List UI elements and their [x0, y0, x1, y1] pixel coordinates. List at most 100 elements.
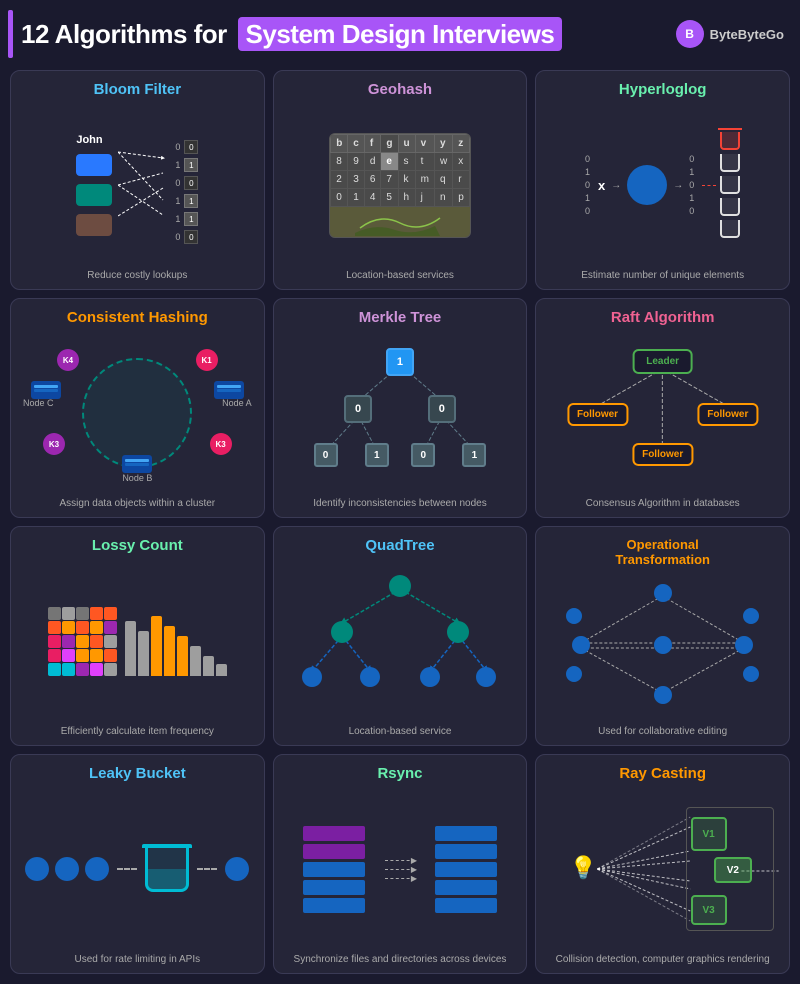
- lb-bucket: [145, 844, 189, 894]
- card-lossy-count: Lossy Count: [10, 526, 265, 746]
- bloom-box-teal: [76, 184, 112, 206]
- rsync-dest: [435, 826, 497, 913]
- ch-desc: Assign data objects within a cluster: [60, 494, 216, 509]
- ch-label-nodea: Node A: [222, 398, 252, 408]
- quad-l1-0: [331, 621, 353, 643]
- rsync-source: [303, 826, 365, 913]
- ot-node-left: [572, 636, 590, 654]
- lb-circle-1: [25, 857, 49, 881]
- algorithm-grid: Bloom Filter John: [0, 64, 800, 984]
- merkle-l2-3: 1: [462, 443, 486, 467]
- header: 12 Algorithms for System Design Intervie…: [0, 0, 800, 64]
- bloom-desc: Reduce costly lookups: [87, 266, 187, 281]
- merkle-l1-0: 0: [344, 395, 372, 423]
- card-title-ch: Consistent Hashing: [67, 309, 208, 326]
- card-title-lb: Leaky Bucket: [89, 765, 186, 782]
- card-ray-casting: Ray Casting: [535, 754, 790, 974]
- bloom-box-blue: [76, 154, 112, 176]
- card-ot: OperationalTransformation: [535, 526, 790, 746]
- card-geohash: Geohash b c f g u v y z 8: [273, 70, 528, 290]
- merkle-content: 1 0 0 0 1 0 1: [284, 332, 517, 494]
- ch-content: K1 K3 K4 K3 Node A Node B Node C: [21, 332, 254, 494]
- geohash-map-svg: [350, 208, 450, 236]
- quad-root: [389, 575, 411, 597]
- ch-node-a: [214, 381, 244, 399]
- card-title-quad: QuadTree: [365, 537, 434, 554]
- card-title-rsync: Rsync: [377, 765, 422, 782]
- ot-node-br: [743, 666, 759, 682]
- lossy-content: [21, 560, 254, 722]
- card-bloom-filter: Bloom Filter John: [10, 70, 265, 290]
- raft-follower-3: Follower: [632, 443, 693, 466]
- card-consistent-hashing: Consistent Hashing: [10, 298, 265, 518]
- card-title-raft: Raft Algorithm: [611, 309, 715, 326]
- quad-l2-0: [302, 667, 322, 687]
- ch-node-c: [31, 381, 61, 399]
- card-title-geohash: Geohash: [368, 81, 432, 98]
- card-title-ray: Ray Casting: [619, 765, 706, 782]
- ray-content: 💡 V1 V2 V3: [546, 788, 779, 950]
- accent-bar: [8, 10, 13, 58]
- quad-l2-1: [360, 667, 380, 687]
- title-highlight: System Design Interviews: [238, 17, 563, 51]
- brand-logo: B: [676, 20, 704, 48]
- hll-content: 0 1 0 1 0 x → → 0 1 0 1: [546, 104, 779, 266]
- merkle-l2-2: 0: [411, 443, 435, 467]
- raft-leader: Leader: [632, 349, 693, 374]
- ray-outer-box: [686, 807, 774, 931]
- geohash-content: b c f g u v y z 8 9 d e s: [284, 104, 517, 266]
- card-leaky-bucket: Leaky Bucket: [10, 754, 265, 974]
- card-hyperloglog: Hyperloglog 0 1 0 1 0 x → →: [535, 70, 790, 290]
- lb-input-circles: [25, 857, 109, 881]
- merkle-l1-1: 0: [428, 395, 456, 423]
- ot-node-bl: [566, 666, 582, 682]
- quad-l2-2: [420, 667, 440, 687]
- card-rsync: Rsync ▶ ▶: [273, 754, 528, 974]
- bloom-box-brown: [76, 214, 112, 236]
- lossy-grid: [48, 607, 117, 676]
- lb-output-circle: [225, 857, 249, 881]
- brand-name: ByteByteGo: [710, 27, 784, 42]
- ch-node-b: [122, 455, 152, 473]
- bloom-content: John: [21, 104, 254, 266]
- hll-desc: Estimate number of unique elements: [581, 266, 744, 281]
- ch-label-nodec: Node C: [23, 398, 54, 408]
- geohash-desc: Location-based services: [346, 266, 454, 281]
- ray-bulb: 💡: [570, 855, 597, 881]
- lossy-barchart: [125, 608, 227, 676]
- bloom-label: John: [76, 134, 102, 146]
- raft-desc: Consensus Algorithm in databases: [586, 494, 740, 509]
- ot-node-bottom: [654, 686, 672, 704]
- lb-dash-out: [197, 868, 217, 870]
- header-left: 12 Algorithms for System Design Intervie…: [0, 10, 566, 58]
- ot-node-tr: [743, 608, 759, 624]
- card-raft: Raft Algorithm Leader Follower Follower: [535, 298, 790, 518]
- card-title-ot: OperationalTransformation: [615, 537, 710, 567]
- page-title: 12 Algorithms for System Design Intervie…: [21, 19, 566, 50]
- brand: B ByteByteGo: [676, 20, 784, 48]
- lb-circle-3: [85, 857, 109, 881]
- quad-l2-3: [476, 667, 496, 687]
- card-quadtree: QuadTree: [273, 526, 528, 746]
- ch-label-nodeb: Node B: [122, 473, 152, 483]
- lossy-desc: Efficiently calculate item frequency: [61, 722, 214, 737]
- ch-key-k3: K3: [210, 433, 232, 455]
- card-title-bloom: Bloom Filter: [94, 81, 182, 98]
- merkle-l2-0: 0: [314, 443, 338, 467]
- quad-l1-1: [447, 621, 469, 643]
- raft-follower-2: Follower: [697, 403, 758, 426]
- ot-desc: Used for collaborative editing: [598, 722, 727, 737]
- rsync-content: ▶ ▶ ▶: [284, 788, 517, 950]
- merkle-desc: Identify inconsistencies between nodes: [313, 494, 486, 509]
- quad-desc: Location-based service: [349, 722, 452, 737]
- merkle-l2-1: 1: [365, 443, 389, 467]
- ot-content: [546, 573, 779, 722]
- card-merkle-tree: Merkle Tree 1 0 0: [273, 298, 528, 518]
- ot-node-center: [654, 636, 672, 654]
- ch-key-k1: K1: [196, 349, 218, 371]
- lb-content: [21, 788, 254, 950]
- raft-follower-1: Follower: [567, 403, 628, 426]
- quad-content: [284, 560, 517, 722]
- ot-node-right: [735, 636, 753, 654]
- ch-key-k2: K3: [43, 433, 65, 455]
